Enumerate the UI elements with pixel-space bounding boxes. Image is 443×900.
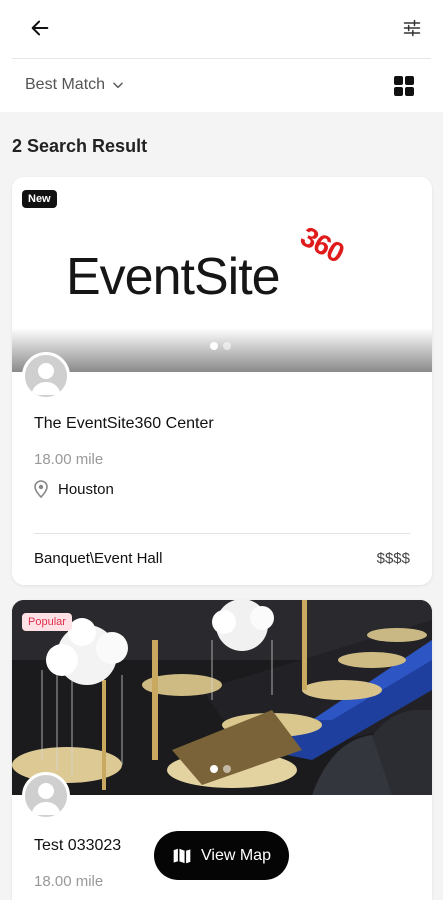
- chevron-down-icon: [113, 82, 123, 89]
- venue-price: $$$$: [376, 550, 410, 567]
- filter-button[interactable]: [398, 14, 426, 42]
- venue-category: Banquet\Event Hall: [34, 550, 163, 567]
- map-icon: [173, 848, 191, 863]
- carousel-dot[interactable]: [223, 342, 231, 350]
- header-divider: [12, 58, 431, 59]
- venue-distance: 18.00 mile: [34, 451, 104, 468]
- eventsite-logo: EventSite: [66, 248, 281, 306]
- carousel-dots: [210, 765, 231, 773]
- user-icon: [31, 363, 61, 395]
- venue-name[interactable]: The EventSite360 Center: [34, 415, 214, 433]
- user-icon: [31, 783, 61, 815]
- grid-view-button[interactable]: [392, 74, 416, 98]
- card-divider: [34, 533, 410, 534]
- grid-icon: [394, 76, 414, 96]
- view-map-button[interactable]: View Map: [154, 831, 289, 880]
- sort-label: Best Match: [25, 76, 106, 93]
- popular-badge: Popular: [22, 613, 72, 631]
- map-pin-icon: [34, 480, 48, 498]
- top-bar: Best Match: [0, 0, 443, 112]
- back-button[interactable]: [26, 14, 54, 42]
- view-map-label: View Map: [201, 846, 271, 864]
- venue-image-carousel[interactable]: EventSite 360 New: [12, 177, 432, 372]
- results-count: 2 Search Result: [12, 136, 148, 156]
- image-fade: [12, 328, 432, 372]
- venue-image-carousel[interactable]: Popular: [12, 600, 432, 795]
- sliders-icon: [403, 19, 421, 37]
- avatar[interactable]: [22, 352, 70, 400]
- location-label: Houston: [58, 480, 114, 498]
- venue-name[interactable]: Test 033023: [34, 837, 121, 855]
- carousel-dot[interactable]: [223, 765, 231, 773]
- venue-distance: 18.00 mile: [34, 873, 104, 890]
- venue-location: Houston: [34, 480, 114, 498]
- carousel-dots: [210, 342, 231, 350]
- arrow-left-icon: [31, 20, 49, 36]
- sort-dropdown[interactable]: Best Match: [25, 71, 125, 99]
- eventsite-logo-badge: 360: [295, 220, 349, 269]
- new-badge: New: [22, 190, 57, 208]
- carousel-dot-active[interactable]: [210, 765, 218, 773]
- avatar[interactable]: [22, 772, 70, 820]
- carousel-dot-active[interactable]: [210, 342, 218, 350]
- venue-card[interactable]: EventSite 360 New The EventSite360 Cente…: [12, 177, 432, 585]
